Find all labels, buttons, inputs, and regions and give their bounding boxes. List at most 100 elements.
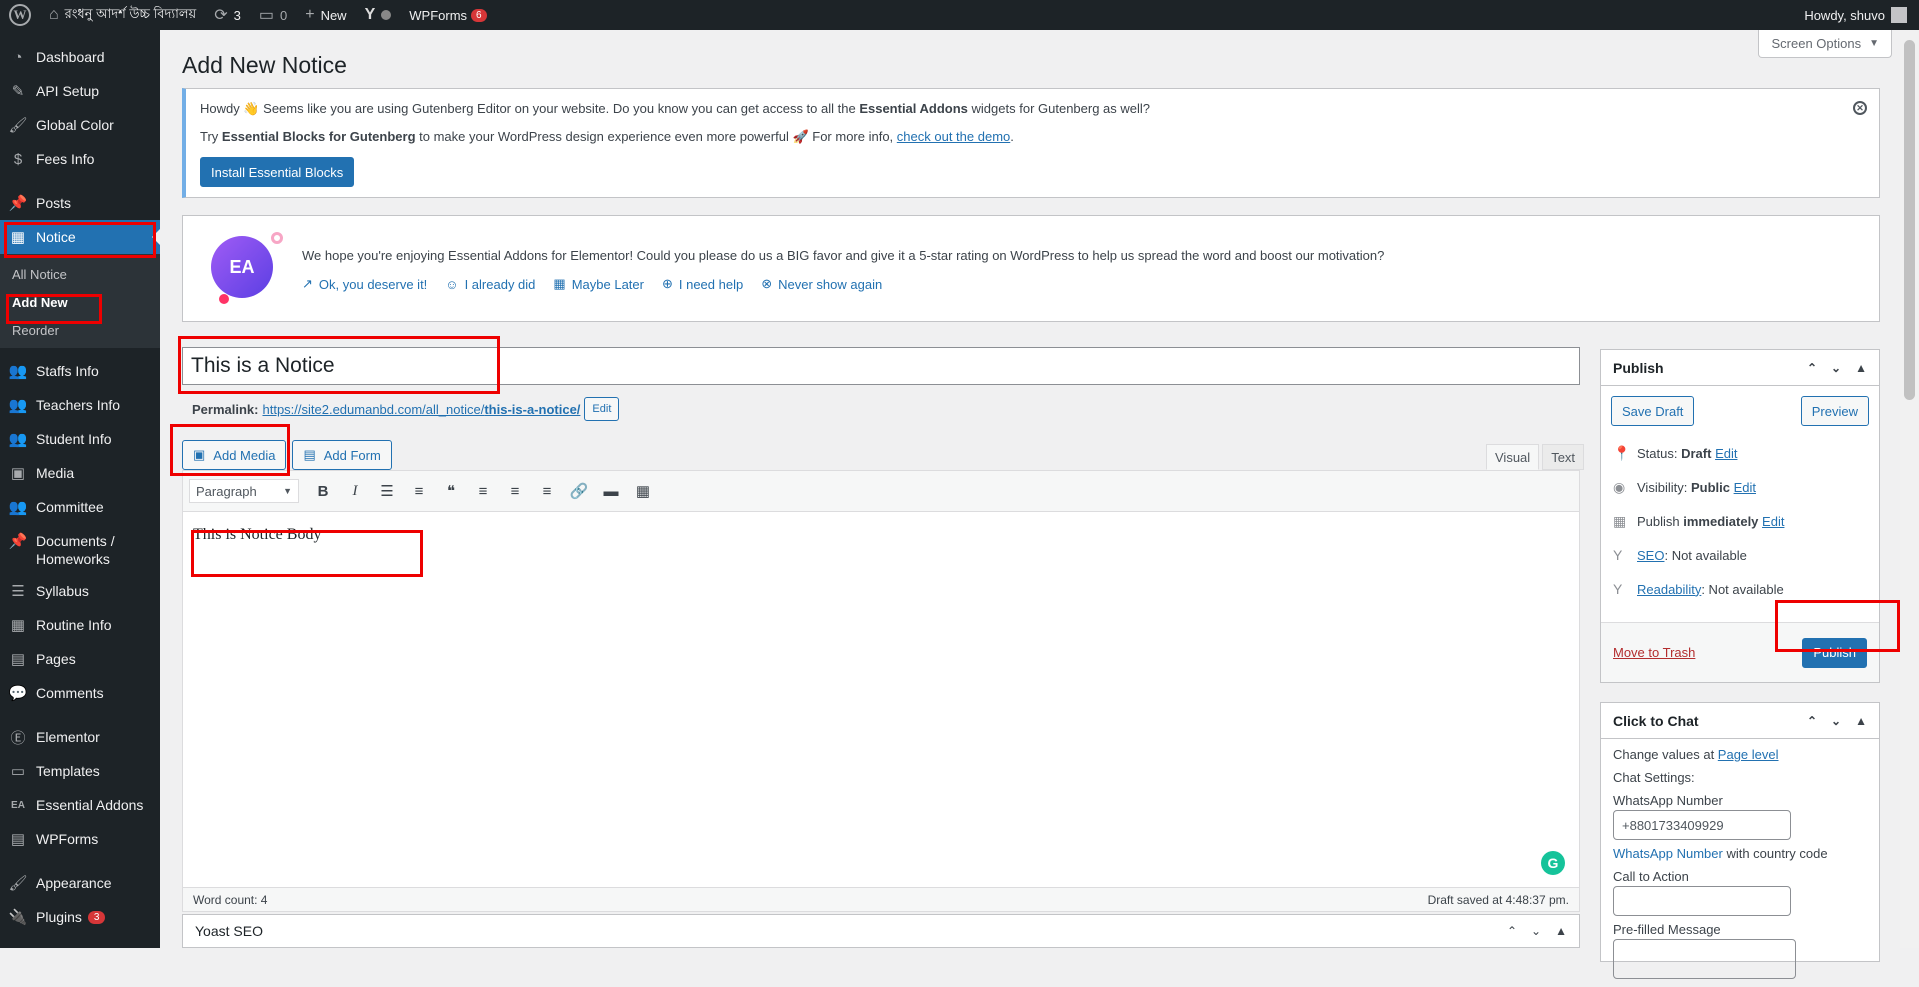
caret-up-icon[interactable]: ▲: [1855, 714, 1867, 728]
submenu-add-new[interactable]: Add New: [0, 288, 160, 316]
sidebar-item-committee[interactable]: 👥 Committee: [0, 490, 160, 524]
format-select[interactable]: Paragraph ▼: [189, 479, 299, 503]
publish-button[interactable]: Publish: [1802, 637, 1867, 668]
editor-content[interactable]: This is Notice Body: [183, 512, 1579, 558]
status-dot-icon: [381, 10, 392, 20]
call-to-action-input[interactable]: [1613, 886, 1791, 916]
dashboard-icon: ◔: [13, 48, 23, 66]
edit-permalink-button[interactable]: Edit: [584, 397, 620, 421]
post-title-input[interactable]: This is a Notice: [182, 347, 1580, 385]
editor-status-bar: Word count: 4 Draft saved at 4:48:37 pm.: [183, 887, 1579, 911]
external-link-icon: ↗: [302, 276, 313, 291]
align-left-icon[interactable]: ≡: [467, 477, 499, 505]
italic-button[interactable]: I: [339, 477, 371, 505]
whatsapp-number-input[interactable]: +8801733409929: [1613, 810, 1791, 840]
brush-icon: 🖌: [8, 875, 28, 892]
bullet-list-icon[interactable]: ☰: [371, 477, 403, 505]
sidebar-item-documents[interactable]: 📌 Documents / Homeworks: [0, 524, 160, 574]
sidebar-item-essential-addons[interactable]: EA Essential Addons: [0, 788, 160, 822]
caret-up-icon[interactable]: ▲: [1855, 361, 1867, 375]
sidebar-item-fees-info[interactable]: $ Fees Info: [0, 142, 160, 176]
sidebar-item-api-setup[interactable]: ✎ API Setup: [0, 74, 160, 108]
help-icon: ⊕: [661, 276, 673, 291]
seo-link[interactable]: SEO: [1637, 548, 1664, 563]
calendar-icon: ▦: [553, 276, 566, 291]
move-to-trash-link[interactable]: Move to Trash: [1613, 645, 1695, 660]
sidebar-item-appearance[interactable]: 🖌 Appearance: [0, 866, 160, 900]
sidebar-item-teachers-info[interactable]: 👥 Teachers Info: [0, 388, 160, 422]
sidebar-item-staffs-info[interactable]: 👥 Staffs Info: [0, 354, 160, 388]
rating-link-later[interactable]: ▦ Maybe Later: [553, 276, 644, 292]
edit-status-link[interactable]: Edit: [1715, 446, 1737, 461]
preview-button[interactable]: Preview: [1800, 396, 1869, 426]
calendar-icon: ▦: [10, 229, 26, 246]
rating-link-ok[interactable]: ↗ Ok, you deserve it!: [302, 276, 427, 292]
check-demo-link[interactable]: check out the demo: [897, 129, 1010, 144]
submenu-all-notice[interactable]: All Notice: [0, 260, 160, 288]
account-menu[interactable]: Howdy, shuvo: [1804, 7, 1919, 23]
chevron-up-icon[interactable]: ⌃: [1807, 714, 1817, 728]
comments-link[interactable]: ▭ 0: [250, 0, 296, 30]
yoast-seo-box[interactable]: Yoast SEO ⌃ ⌄ ▲: [182, 914, 1580, 948]
chevron-up-icon[interactable]: ⌃: [1507, 924, 1517, 938]
align-right-icon[interactable]: ≡: [531, 477, 563, 505]
add-media-button[interactable]: ▣ Add Media: [182, 440, 287, 470]
notice-line-2: Try Essential Blocks for Gutenberg to ma…: [200, 129, 1014, 144]
chevron-down-icon[interactable]: ⌄: [1831, 714, 1841, 728]
read-more-icon[interactable]: ▬: [595, 477, 627, 505]
save-draft-button[interactable]: Save Draft: [1611, 396, 1695, 426]
editor-toolbar: Paragraph ▼ B I ☰ ≡ ❝ ≡ ≡ ≡ 🔗 ▬ ▦: [183, 471, 1579, 512]
tab-visual[interactable]: Visual: [1486, 444, 1540, 470]
rating-link-help[interactable]: ⊕ I need help: [662, 276, 743, 292]
sidebar-item-notice[interactable]: ▦ Notice: [0, 220, 160, 254]
install-essential-blocks-button[interactable]: Install Essential Blocks: [200, 157, 355, 187]
numbered-list-icon[interactable]: ≡: [403, 477, 435, 505]
rating-link-never[interactable]: ⊗ Never show again: [761, 276, 882, 292]
updates-link[interactable]: ⟳ 3: [205, 0, 250, 30]
wpforms-link[interactable]: WPForms 6: [400, 0, 495, 30]
page-level-link[interactable]: Page level: [1718, 747, 1779, 762]
sidebar-item-student-info[interactable]: 👥 Student Info: [0, 422, 160, 456]
grammarly-icon[interactable]: G: [1541, 851, 1565, 875]
sidebar-item-syllabus[interactable]: ☰ Syllabus: [0, 574, 160, 608]
readability-link[interactable]: Readability: [1637, 582, 1701, 597]
sidebar-item-plugins[interactable]: 🔌 Plugins 3: [0, 900, 160, 934]
sidebar-item-media[interactable]: ▣ Media: [0, 456, 160, 490]
sidebar-item-elementor[interactable]: Ⓔ Elementor: [0, 720, 160, 754]
wordpress-logo[interactable]: W: [0, 0, 40, 30]
edit-visibility-link[interactable]: Edit: [1734, 480, 1756, 495]
add-form-button[interactable]: ▤ Add Form: [292, 440, 392, 470]
link-icon[interactable]: 🔗: [563, 477, 595, 505]
yoast-link[interactable]: Y: [356, 0, 401, 30]
sidebar-item-posts[interactable]: 📌 Posts: [0, 186, 160, 220]
new-content-link[interactable]: + New: [296, 0, 355, 30]
scrollbar-thumb[interactable]: [1904, 40, 1915, 400]
tab-text[interactable]: Text: [1542, 444, 1585, 470]
site-name-link[interactable]: ⌂ রংধনু আদর্শ উচ্চ বিদ্যালয়: [40, 0, 205, 30]
sidebar-item-wpforms[interactable]: ▤ WPForms: [0, 822, 160, 856]
sidebar-item-pages[interactable]: ▤ Pages: [0, 642, 160, 676]
blockquote-icon[interactable]: ❝: [435, 477, 467, 505]
chevron-down-icon[interactable]: ⌄: [1531, 924, 1541, 938]
edit-publish-time-link[interactable]: Edit: [1762, 514, 1784, 529]
submenu-reorder[interactable]: Reorder: [0, 316, 160, 344]
rating-links: ↗ Ok, you deserve it! ☺ I already did ▦ May…: [302, 276, 882, 292]
bold-button[interactable]: B: [307, 477, 339, 505]
toolbar-toggle-icon[interactable]: ▦: [627, 477, 659, 505]
permalink-link[interactable]: https://site2.edumanbd.com/all_notice/th…: [262, 402, 580, 417]
whatsapp-number-link[interactable]: WhatsApp Number: [1613, 846, 1723, 861]
caret-up-icon[interactable]: ▲: [1555, 924, 1567, 938]
prefilled-message-textarea[interactable]: [1613, 939, 1796, 979]
sidebar-item-dashboard[interactable]: ◔ Dashboard: [0, 40, 160, 74]
rating-link-already[interactable]: ☺ I already did: [445, 276, 535, 292]
sidebar-item-templates[interactable]: ▭ Templates: [0, 754, 160, 788]
chevron-up-icon[interactable]: ⌃: [1807, 361, 1817, 375]
align-center-icon[interactable]: ≡: [499, 477, 531, 505]
sidebar-item-comments[interactable]: 💬 Comments: [0, 676, 160, 710]
close-icon[interactable]: ✕: [1853, 101, 1867, 115]
chevron-down-icon[interactable]: ⌄: [1831, 361, 1841, 375]
sidebar-item-global-color[interactable]: 🖌 Global Color: [0, 108, 160, 142]
sidebar-item-routine-info[interactable]: ▦ Routine Info: [0, 608, 160, 642]
scrollbar[interactable]: [1900, 30, 1919, 948]
screen-options-button[interactable]: Screen Options ▼: [1758, 30, 1892, 58]
